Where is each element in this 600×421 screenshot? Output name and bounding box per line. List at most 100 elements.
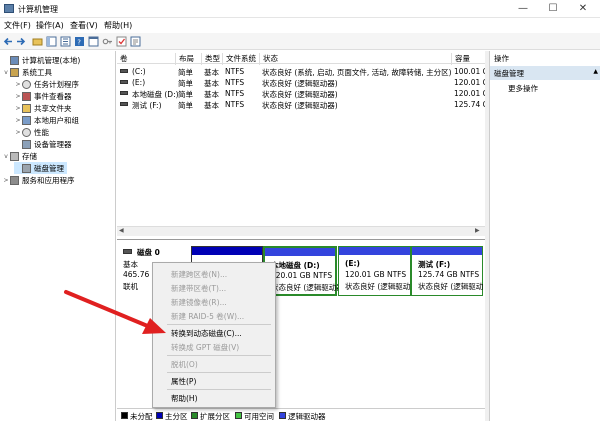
legend: 未分配 主分区 扩展分区 可用空间 逻辑驱动器 <box>117 408 485 421</box>
toolbar: ? <box>0 33 600 50</box>
chevron-right-icon[interactable]: > <box>2 177 10 184</box>
performance-icon <box>22 127 31 137</box>
more-actions[interactable]: 更多操作 ▶ <box>508 83 538 94</box>
chevron-down-icon[interactable]: v <box>2 153 10 160</box>
legend-swatch <box>191 412 198 419</box>
properties-icon[interactable] <box>130 36 141 47</box>
legend-swatch <box>121 412 128 419</box>
partition-f[interactable]: 测试 (F:) 125.74 GB NTFS 状态良好 (逻辑驱动 <box>411 246 483 296</box>
volume-icon <box>120 69 128 73</box>
scroll-left-icon[interactable]: ◀ <box>119 227 124 234</box>
menu-item-new-mirrored-volume[interactable]: 新建镜像卷(R)... <box>171 297 227 308</box>
forward-icon[interactable] <box>15 36 26 47</box>
actions-pane: 操作 磁盘管理 ▲ 更多操作 ▶ <box>489 51 600 421</box>
close-button[interactable]: ✕ <box>570 0 596 18</box>
actions-disk-management[interactable]: 磁盘管理 ▲ <box>490 66 600 80</box>
menu-item-convert-to-dynamic[interactable]: 转换到动态磁盘(C)... <box>171 328 242 339</box>
chevron-right-icon[interactable]: > <box>14 117 22 124</box>
menu-bar: 文件(F) 操作(A) 查看(V) 帮助(H) <box>0 18 600 33</box>
menu-separator <box>167 324 271 325</box>
menu-view[interactable]: 查看(V) <box>70 20 98 31</box>
show-tree-icon[interactable] <box>46 36 57 47</box>
chevron-right-icon[interactable]: > <box>14 81 22 88</box>
chevron-right-icon[interactable]: > <box>14 105 22 112</box>
menu-separator <box>167 355 271 356</box>
chevron-down-icon[interactable]: v <box>2 69 10 76</box>
minimize-button[interactable]: — <box>510 0 536 18</box>
back-icon[interactable] <box>3 36 14 47</box>
users-icon <box>22 115 31 125</box>
menu-action[interactable]: 操作(A) <box>36 20 64 31</box>
clock-icon <box>22 79 31 89</box>
context-menu: 新建跨区卷(N)... 新建带区卷(T)... 新建镜像卷(R)... 新建 R… <box>152 262 276 408</box>
event-viewer-icon <box>22 91 31 101</box>
tree-item-performance[interactable]: > 性能 <box>14 126 49 138</box>
tree-item-storage[interactable]: v 存储 <box>2 150 37 162</box>
menu-item-new-spanned-volume[interactable]: 新建跨区卷(N)... <box>171 269 227 280</box>
tools-icon <box>10 67 19 77</box>
window-title: 计算机管理 <box>18 5 58 14</box>
menu-item-new-raid5-volume[interactable]: 新建 RAID-5 卷(W)... <box>171 311 244 322</box>
tree-item-shared-folders[interactable]: > 共享文件夹 <box>14 102 72 114</box>
tree-item-computer-management[interactable]: 计算机管理(本地) <box>2 54 80 66</box>
chevron-right-icon[interactable]: > <box>14 93 22 100</box>
legend-swatch <box>156 412 163 419</box>
column-header-volume[interactable]: 卷 <box>117 53 128 65</box>
svg-text:?: ? <box>77 39 81 47</box>
tree-item-system-tools[interactable]: v 系统工具 <box>2 66 52 78</box>
volume-row[interactable]: 测试 (F:) 简单 基本 NTFS 状态良好 (逻辑驱动器) 125.74 G <box>117 99 488 110</box>
column-header-filesystem[interactable]: 文件系统 <box>222 53 256 65</box>
tree-item-event-viewer[interactable]: > 事件查看器 <box>14 90 72 102</box>
maximize-button[interactable]: ☐ <box>540 0 566 18</box>
services-icon <box>10 175 19 185</box>
volume-row[interactable]: 本地磁盘 (D:) 简单 基本 NTFS 状态良好 (逻辑驱动器) 120.01… <box>117 88 488 99</box>
menu-item-properties[interactable]: 属性(P) <box>171 376 196 387</box>
legend-swatch <box>279 412 286 419</box>
menu-separator <box>167 372 271 373</box>
tree-item-disk-management[interactable]: 磁盘管理 <box>14 162 67 174</box>
volume-icon <box>120 80 128 84</box>
help-icon[interactable]: ? <box>74 36 85 47</box>
device-manager-icon <box>22 139 31 149</box>
list-view-icon[interactable] <box>60 36 71 47</box>
computer-icon <box>10 55 19 65</box>
column-header-capacity[interactable]: 容量 <box>451 53 470 65</box>
horizontal-scrollbar[interactable]: ◀ ▶ <box>117 226 485 236</box>
volume-icon <box>120 91 128 95</box>
menu-item-offline[interactable]: 脱机(O) <box>171 359 198 370</box>
volume-list-header: 卷 布局 类型 文件系统 状态 容量 <box>117 51 485 65</box>
navigation-tree: 计算机管理(本地) v 系统工具 > 任务计划程序 > 事件查看器 > 共享文件… <box>0 51 116 421</box>
check-icon[interactable] <box>116 36 127 47</box>
menu-item-new-striped-volume[interactable]: 新建带区卷(T)... <box>171 283 226 294</box>
legend-swatch <box>235 412 242 419</box>
scroll-right-icon[interactable]: ▶ <box>475 227 480 234</box>
storage-icon <box>10 151 19 161</box>
shared-folder-icon <box>22 103 31 113</box>
key-icon[interactable] <box>102 36 113 47</box>
menu-separator <box>167 389 271 390</box>
disk-management-icon <box>22 163 31 173</box>
volume-row[interactable]: (C:) 简单 基本 NTFS 状态良好 (系统, 启动, 页面文件, 活动, … <box>117 66 488 77</box>
console-icon[interactable] <box>88 36 99 47</box>
tree-item-task-scheduler[interactable]: > 任务计划程序 <box>14 78 79 90</box>
partition-e[interactable]: (E:) 120.01 GB NTFS 状态良好 (逻辑驱动 <box>338 246 411 296</box>
collapse-icon[interactable]: ▲ <box>593 68 598 75</box>
volume-row[interactable]: (E:) 简单 基本 NTFS 状态良好 (逻辑驱动器) 120.01 G <box>117 77 488 88</box>
computer-management-icon <box>4 4 14 13</box>
actions-header: 操作 <box>494 54 509 63</box>
menu-item-convert-to-gpt[interactable]: 转换成 GPT 磁盘(V) <box>171 342 239 353</box>
column-header-status[interactable]: 状态 <box>259 53 278 65</box>
column-header-type[interactable]: 类型 <box>201 53 220 65</box>
tree-item-services-apps[interactable]: > 服务和应用程序 <box>2 174 75 186</box>
menu-help[interactable]: 帮助(H) <box>104 20 132 31</box>
menu-file[interactable]: 文件(F) <box>4 20 31 31</box>
disk-icon <box>123 249 132 254</box>
menu-item-help[interactable]: 帮助(H) <box>171 393 198 404</box>
up-folder-icon[interactable] <box>32 36 43 47</box>
volume-icon <box>120 102 128 106</box>
column-header-layout[interactable]: 布局 <box>175 53 194 65</box>
tree-item-device-manager[interactable]: 设备管理器 <box>14 138 72 150</box>
chevron-right-icon[interactable]: > <box>14 129 22 136</box>
title-bar: 计算机管理 — ☐ ✕ <box>0 0 600 18</box>
tree-item-local-users-groups[interactable]: > 本地用户和组 <box>14 114 79 126</box>
